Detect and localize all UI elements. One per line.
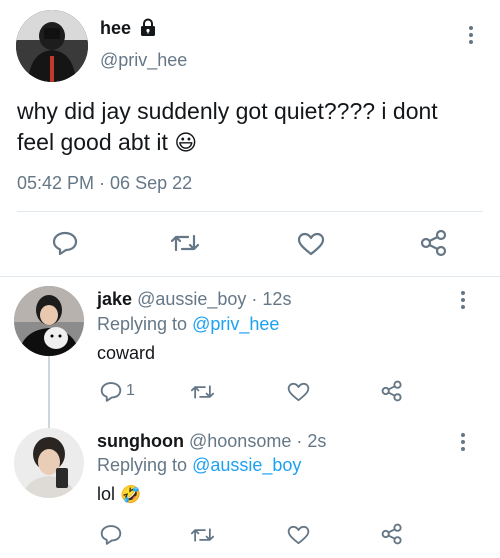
smiley-emoji: 😃 (174, 130, 198, 155)
replying-to: Replying to @aussie_boy (97, 455, 301, 476)
divider (17, 211, 483, 212)
avatar[interactable] (14, 286, 84, 356)
handle[interactable]: @priv_hee (100, 50, 187, 71)
section-divider (0, 276, 500, 277)
reply-time: · 12s (251, 289, 292, 309)
share-icon[interactable] (381, 380, 403, 402)
reply-time: · 2s (296, 431, 327, 451)
lock-icon (139, 18, 157, 37)
tweet-text-line2: feel good abt it (17, 129, 168, 155)
replying-handle-link[interactable]: @aussie_boy (192, 455, 301, 475)
thread-line (48, 356, 50, 428)
like-icon[interactable] (297, 232, 325, 256)
replying-to: Replying to @priv_hee (97, 314, 279, 335)
retweet-icon[interactable] (191, 383, 214, 401)
retweet-icon[interactable] (191, 526, 214, 544)
reply-header: sunghoon @hoonsome · 2s (97, 431, 326, 452)
reply-text-content: lol (97, 484, 116, 504)
share-icon[interactable] (420, 229, 448, 257)
reply-icon[interactable] (100, 524, 122, 545)
retweet-icon[interactable] (171, 232, 199, 254)
more-options-icon[interactable] (460, 291, 466, 313)
handle[interactable]: @aussie_boy (137, 289, 246, 309)
replying-label: Replying to (97, 455, 188, 475)
display-name[interactable]: jake (97, 289, 132, 309)
reply-text: coward (97, 343, 156, 363)
display-name[interactable]: sunghoon (97, 431, 184, 451)
tweet-text-line: why did jay suddenly got quiet???? i don… (17, 98, 438, 124)
replying-handle-link[interactable]: @priv_hee (192, 314, 279, 334)
laughing-emoji: 🤣 (120, 485, 142, 504)
more-options-icon[interactable] (468, 26, 474, 48)
timestamp: 05:42 PM · 06 Sep 22 (17, 173, 193, 193)
tweet-text: why did jay suddenly got quiet???? i don… (17, 96, 487, 158)
avatar[interactable] (14, 428, 84, 498)
reply-header: jake @aussie_boy · 12s (97, 289, 291, 310)
display-name[interactable]: hee (100, 18, 131, 39)
avatar[interactable] (16, 10, 88, 82)
reply-icon[interactable] (100, 381, 122, 402)
more-options-icon[interactable] (460, 433, 466, 455)
handle[interactable]: @hoonsome (189, 431, 291, 451)
reply-text: lol 🤣 (97, 484, 141, 505)
tweet-text-line: feel good abt it 😃 (17, 127, 487, 158)
share-icon[interactable] (381, 523, 403, 545)
replying-label: Replying to (97, 314, 188, 334)
like-icon[interactable] (287, 382, 310, 402)
reply-count: 1 (126, 382, 135, 399)
like-icon[interactable] (287, 525, 310, 545)
reply-icon[interactable] (52, 231, 78, 255)
